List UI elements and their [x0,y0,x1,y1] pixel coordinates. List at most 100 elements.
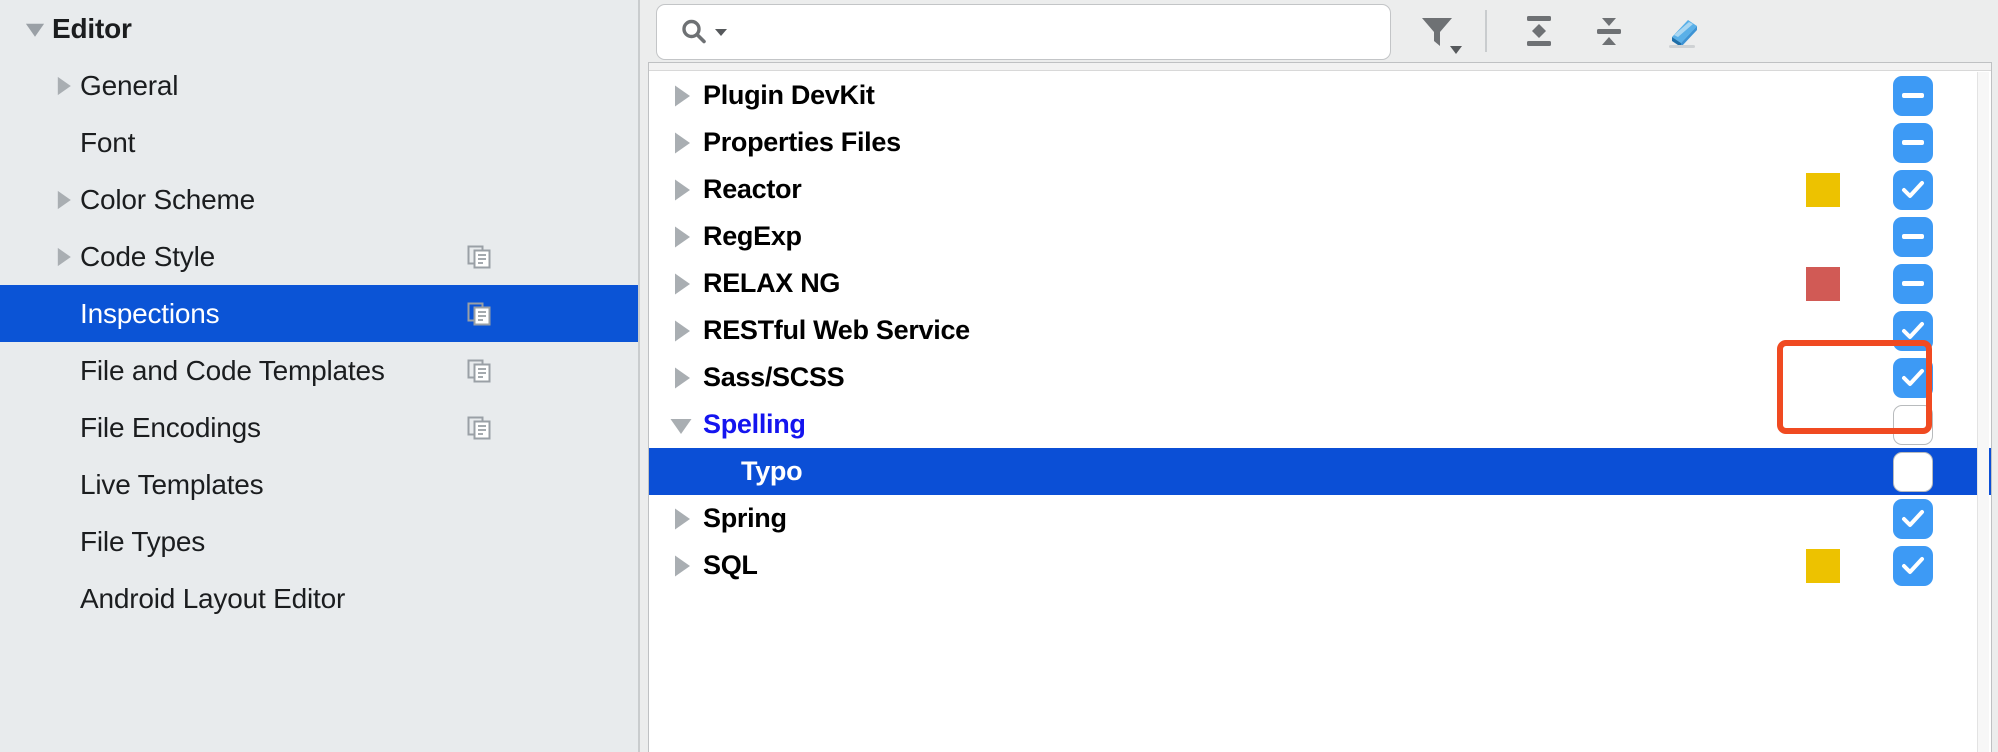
triangle-right-icon[interactable] [666,504,696,534]
tree-row[interactable]: SQL [649,542,1991,589]
inspection-checkbox[interactable] [1893,310,1933,351]
tree-row-label: RELAX NG [703,268,841,298]
sidebar-item-general[interactable]: General [0,57,640,114]
search-field[interactable] [656,4,1391,60]
tree-row[interactable]: Sass/SCSS [649,354,1991,401]
severity-color-swatch[interactable] [1806,548,1840,583]
sidebar-item-label: File Encodings [80,411,261,443]
tree-row[interactable]: Spelling [649,401,1991,448]
twisty-toggle[interactable] [659,316,703,346]
twisty-toggle[interactable] [659,128,703,158]
twisty-toggle[interactable] [659,504,703,534]
twisty-toggle[interactable] [18,16,52,42]
twisty-toggle[interactable] [659,363,703,393]
triangle-right-icon[interactable] [50,73,76,99]
sidebar-item-font[interactable]: Font [0,114,640,171]
inspection-checkbox[interactable] [1893,451,1933,492]
search-icon-group[interactable] [679,17,729,47]
sidebar-item-color-scheme[interactable]: Color Scheme [0,171,640,228]
triangle-right-icon[interactable] [666,81,696,111]
inspections-panel: Plugin DevKit Properties Files Reactor RegE… [640,0,1998,752]
sidebar-item-label: Color Scheme [80,183,256,215]
tree-row-label: Spring [703,503,787,533]
sidebar-item-code-style[interactable]: Code Style [0,228,640,285]
inspections-tree[interactable]: Plugin DevKit Properties Files Reactor RegE… [648,62,1992,752]
sidebar-item-editor[interactable]: Editor [0,0,640,57]
inspection-checkbox[interactable] [1893,357,1933,398]
tree-row[interactable]: RESTful Web Service [649,307,1991,354]
tree-row[interactable]: RELAX NG [649,260,1991,307]
chevron-down-icon[interactable] [713,26,729,38]
checkbox-dash-icon [1902,234,1924,239]
checkbox-dash-icon [1902,93,1924,98]
inspection-checkbox[interactable] [1893,75,1933,116]
sidebar-item-label: Live Templates [80,468,264,500]
triangle-down-icon[interactable] [22,16,48,42]
twisty-toggle[interactable] [659,410,703,440]
sidebar-item-label: Editor [52,12,132,44]
twisty-toggle[interactable] [659,551,703,581]
sidebar-item-label: Code Style [80,240,215,272]
triangle-right-icon[interactable] [50,187,76,213]
collapse-all-button[interactable] [1580,2,1638,60]
inspection-checkbox[interactable] [1893,216,1933,257]
expand-all-icon [1527,16,1551,46]
sidebar-item-file-encodings[interactable]: File Encodings [0,399,640,456]
sidebar-item-live-templates[interactable]: Live Templates [0,456,640,513]
checkmark-icon [1902,556,1924,574]
severity-color-swatch[interactable] [1806,266,1840,301]
twisty-toggle[interactable] [659,269,703,299]
toolbar-separator [1485,10,1487,52]
tree-row[interactable]: Properties Files [649,119,1991,166]
tree-row[interactable]: Plugin DevKit [649,72,1991,119]
filter-button[interactable] [1408,2,1466,60]
expand-all-button[interactable] [1510,2,1568,60]
twisty-toggle[interactable] [659,175,703,205]
triangle-down-icon[interactable] [666,410,696,440]
triangle-right-icon[interactable] [666,175,696,205]
sidebar-item-file-and-code-templates[interactable]: File and Code Templates [0,342,640,399]
triangle-right-icon[interactable] [666,363,696,393]
inspection-checkbox[interactable] [1893,404,1933,445]
copy-settings-icon [466,244,492,270]
sidebar-item-file-types[interactable]: File Types [0,513,640,570]
reset-button[interactable] [1652,2,1710,60]
sidebar-item-label: File Types [80,525,206,557]
sidebar-item-android-layout-editor[interactable]: Android Layout Editor [0,570,640,627]
tree-row[interactable]: RegExp [649,213,1991,260]
inspection-checkbox[interactable] [1893,122,1933,163]
severity-color-swatch[interactable] [1806,172,1840,207]
sidebar-item-label: Android Layout Editor [80,582,346,614]
twisty-toggle[interactable] [659,222,703,252]
tree-scrollbar[interactable] [1977,72,1989,752]
triangle-right-icon[interactable] [50,244,76,270]
collapse-all-icon [1597,18,1621,45]
triangle-right-icon[interactable] [666,269,696,299]
triangle-right-icon[interactable] [666,222,696,252]
search-input[interactable] [743,5,1383,59]
twisty-toggle[interactable] [46,244,80,270]
triangle-right-icon[interactable] [666,551,696,581]
twisty-toggle[interactable] [46,187,80,213]
tree-row-label: Spelling [703,409,806,439]
eraser-icon [1669,20,1697,48]
tree-header [649,63,1991,71]
inspection-checkbox[interactable] [1893,545,1933,586]
inspection-checkbox[interactable] [1893,263,1933,304]
checkmark-icon [1902,180,1924,198]
inspection-checkbox[interactable] [1893,498,1933,539]
settings-dialog: Editor General Font Color Scheme Code Style I… [0,0,1998,752]
tree-row-label: SQL [703,550,758,580]
twisty-toggle[interactable] [659,81,703,111]
checkmark-icon [1902,509,1924,527]
triangle-right-icon[interactable] [666,128,696,158]
sidebar-item-inspections[interactable]: Inspections [0,285,640,342]
tree-row[interactable]: Typo [649,448,1991,495]
settings-sidebar[interactable]: Editor General Font Color Scheme Code Style I… [0,0,640,752]
twisty-toggle[interactable] [46,73,80,99]
sidebar-item-label: General [80,69,179,101]
triangle-right-icon[interactable] [666,316,696,346]
tree-row[interactable]: Spring [649,495,1991,542]
tree-row[interactable]: Reactor [649,166,1991,213]
inspection-checkbox[interactable] [1893,169,1933,210]
